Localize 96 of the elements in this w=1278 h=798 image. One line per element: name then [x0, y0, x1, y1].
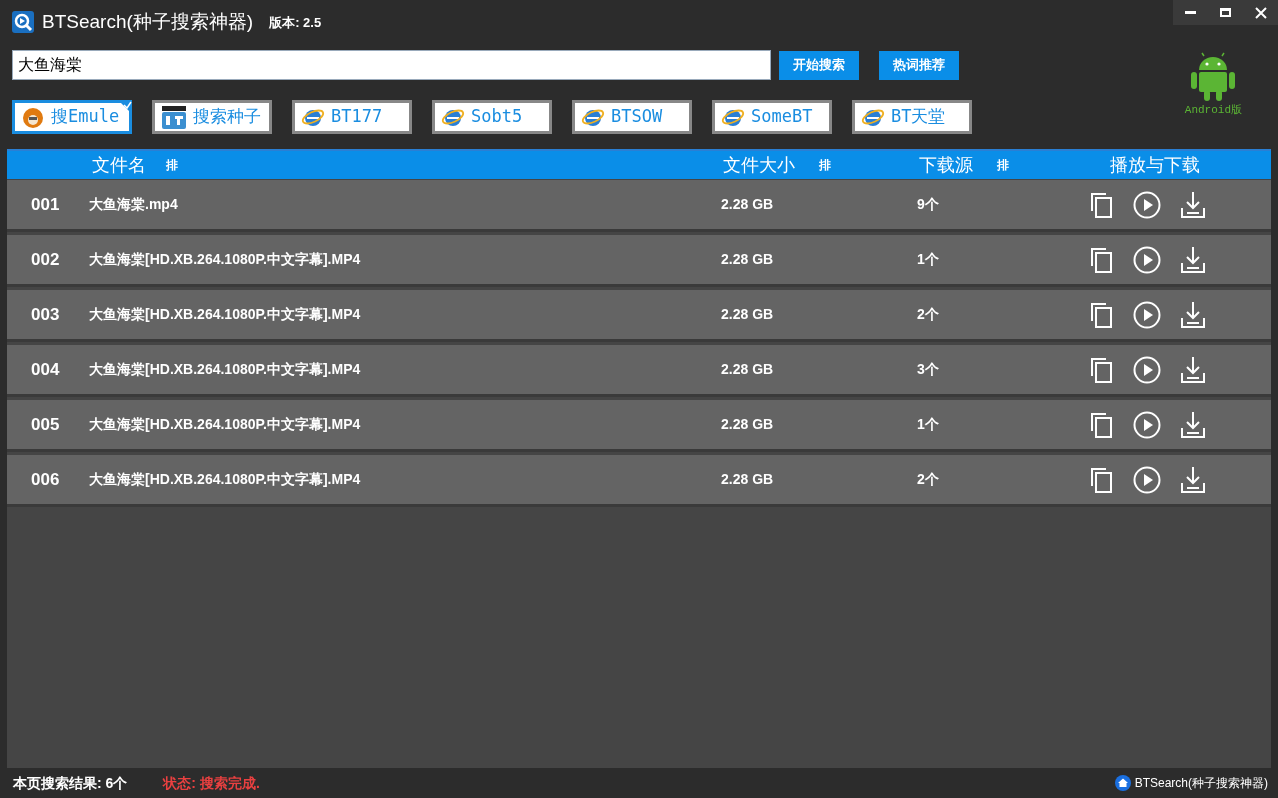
row-number: 001: [30, 193, 61, 216]
result-row[interactable]: 002 大鱼海棠[HD.XB.264.1080P.中文字幕].MP4 2.28 GB 1个: [7, 235, 1271, 287]
file-size: 2.28 GB: [721, 415, 775, 434]
version-label: 版本: 2.5: [269, 13, 322, 32]
search-status: 状态: 搜索完成.: [163, 773, 260, 793]
engine-tab[interactable]: BT177: [292, 100, 412, 134]
copy-icon: [1089, 190, 1115, 219]
copy-button[interactable]: [1089, 245, 1115, 274]
row-number: 004: [30, 358, 61, 381]
play-button[interactable]: [1133, 465, 1161, 494]
window-title: BTSearch(种子搜索神器): [42, 10, 254, 34]
file-name: 大鱼海棠[HD.XB.264.1080P.中文字幕].MP4: [89, 360, 362, 379]
home-icon: [1114, 775, 1131, 791]
download-icon: [1179, 244, 1207, 275]
play-button[interactable]: [1133, 300, 1161, 329]
play-icon: [1133, 465, 1161, 494]
play-button[interactable]: [1133, 355, 1161, 384]
hot-words-button[interactable]: 热词推荐: [879, 50, 959, 80]
source-count: 9个: [917, 195, 940, 214]
copy-icon: [1089, 410, 1115, 439]
file-name: 大鱼海棠[HD.XB.264.1080P.中文字幕].MP4: [89, 415, 362, 434]
app-name-label: BTSearch(种子搜索神器): [1134, 775, 1268, 792]
copy-icon: [1089, 300, 1115, 329]
source-count: 1个: [917, 250, 940, 269]
file-size: 2.28 GB: [721, 195, 775, 214]
play-icon: [1133, 300, 1161, 329]
result-row[interactable]: 006 大鱼海棠[HD.XB.264.1080P.中文字幕].MP4 2.28 GB 2个: [7, 455, 1271, 507]
download-button[interactable]: [1179, 189, 1207, 220]
source-count: 2个: [917, 305, 940, 324]
engine-tab[interactable]: BTSOW: [572, 100, 692, 134]
row-number: 005: [30, 413, 61, 436]
app-logo-icon: [12, 11, 34, 34]
result-row[interactable]: 001 大鱼海棠.mp4 2.28 GB 9个: [7, 180, 1271, 232]
play-icon: [1133, 190, 1161, 219]
download-button[interactable]: [1179, 244, 1207, 275]
file-size: 2.28 GB: [721, 360, 775, 379]
file-name: 大鱼海棠[HD.XB.264.1080P.中文字幕].MP4: [89, 250, 362, 269]
file-size: 2.28 GB: [721, 470, 775, 489]
download-icon: [1179, 464, 1207, 495]
search-field[interactable]: 大鱼海棠: [12, 50, 771, 80]
copy-icon: [1089, 355, 1115, 384]
close-icon: [1254, 6, 1267, 19]
sort-button[interactable]: 排: [166, 156, 178, 174]
copy-icon: [1089, 465, 1115, 494]
download-button[interactable]: [1179, 409, 1207, 440]
download-icon: [1179, 299, 1207, 330]
sort-button[interactable]: 排: [997, 156, 1009, 174]
row-number: 003: [30, 303, 61, 326]
copy-button[interactable]: [1089, 190, 1115, 219]
android-robot-icon: [1190, 50, 1237, 102]
file-name: 大鱼海棠[HD.XB.264.1080P.中文字幕].MP4: [89, 470, 362, 489]
engine-tab[interactable]: 搜索种子: [152, 100, 272, 134]
engine-tab[interactable]: Sobt5: [432, 100, 552, 134]
result-row[interactable]: 004 大鱼海棠[HD.XB.264.1080P.中文字幕].MP4 2.28 GB 3个: [7, 345, 1271, 397]
download-button[interactable]: [1179, 464, 1207, 495]
download-button[interactable]: [1179, 354, 1207, 385]
engine-tab[interactable]: SomeBT: [712, 100, 832, 134]
column-header: 文件大小: [723, 153, 795, 177]
play-button[interactable]: [1133, 245, 1161, 274]
sort-button[interactable]: 排: [819, 156, 831, 174]
source-count: 1个: [917, 415, 940, 434]
play-button[interactable]: [1133, 190, 1161, 219]
bt-clapper-icon: [161, 104, 187, 130]
copy-button[interactable]: [1089, 355, 1115, 384]
column-header: 播放与下载: [1110, 153, 1200, 177]
results-count: 本页搜索结果: 6个: [13, 773, 128, 793]
file-size: 2.28 GB: [721, 305, 775, 324]
mule-icon: [21, 105, 45, 129]
copy-button[interactable]: [1089, 465, 1115, 494]
file-size: 2.28 GB: [721, 250, 775, 269]
download-button[interactable]: [1179, 299, 1207, 330]
file-name: 大鱼海棠[HD.XB.264.1080P.中文字幕].MP4: [89, 305, 362, 324]
play-icon: [1133, 355, 1161, 384]
download-icon: [1179, 189, 1207, 220]
engine-tab[interactable]: 搜Emule: [12, 100, 132, 134]
play-icon: [1133, 410, 1161, 439]
row-number: 006: [30, 468, 61, 491]
engine-tab[interactable]: BT天堂: [852, 100, 972, 134]
copy-icon: [1089, 245, 1115, 274]
result-row[interactable]: 003 大鱼海棠[HD.XB.264.1080P.中文字幕].MP4 2.28 GB 2个: [7, 290, 1271, 342]
copy-button[interactable]: [1089, 410, 1115, 439]
source-count: 2个: [917, 470, 940, 489]
search-button[interactable]: 开始搜索: [779, 50, 859, 80]
play-icon: [1133, 245, 1161, 274]
column-header: 文件名: [92, 153, 146, 177]
check-corner-icon: [118, 100, 132, 114]
row-number: 002: [30, 248, 61, 271]
result-row[interactable]: 005 大鱼海棠[HD.XB.264.1080P.中文字幕].MP4 2.28 GB 1个: [7, 400, 1271, 452]
copy-button[interactable]: [1089, 300, 1115, 329]
source-count: 3个: [917, 360, 940, 379]
play-button[interactable]: [1133, 410, 1161, 439]
download-icon: [1179, 354, 1207, 385]
file-name: 大鱼海棠.mp4: [89, 195, 179, 214]
android-version-label: Android版: [1184, 103, 1242, 118]
download-icon: [1179, 409, 1207, 440]
column-header: 下载源: [919, 153, 973, 177]
